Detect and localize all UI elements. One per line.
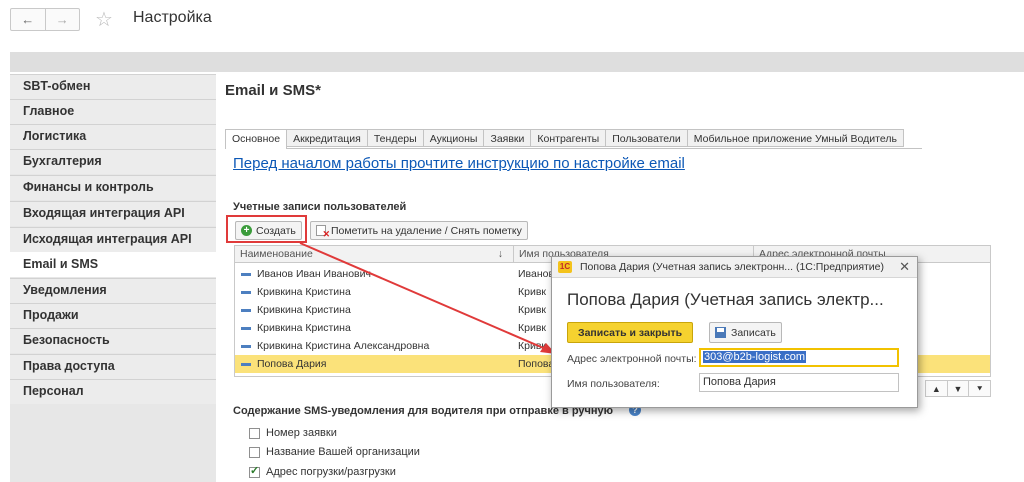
save-button[interactable]: Записать [709,322,782,343]
email-label: Адрес электронной почты: [567,353,697,365]
dialog-window-title: Попова Дария (Учетная запись электронн..… [580,261,885,273]
close-icon[interactable]: ✕ [899,257,910,277]
annotation-arrow [299,242,556,354]
account-dialog: 1С Попова Дария (Учетная запись электрон… [551,256,918,408]
floppy-disk-icon [715,327,726,338]
username-field[interactable]: Попова Дария [699,373,899,392]
username-label: Имя пользователя: [567,378,660,390]
email-field[interactable]: 303@b2b-logist.com [699,348,899,367]
save-close-button[interactable]: Записать и закрыть [567,322,694,343]
dialog-heading: Попова Дария (Учетная запись электр... [567,290,884,309]
1c-logo-icon: 1С [558,261,572,273]
save-button-label: Записать [731,326,776,339]
email-value: 303@b2b-logist.com [703,351,807,363]
dialog-title-bar: 1С Попова Дария (Учетная запись электрон… [552,257,917,278]
